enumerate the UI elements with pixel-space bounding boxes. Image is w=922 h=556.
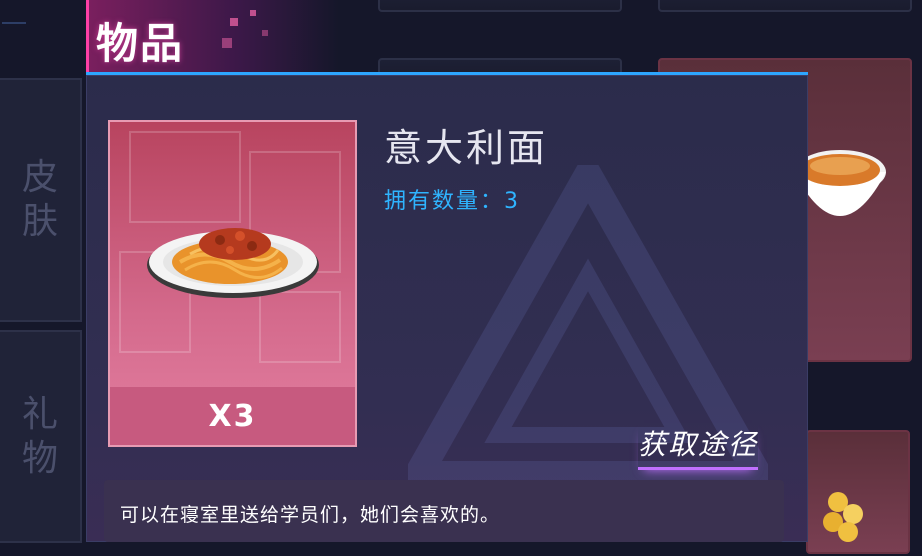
- description-box: 可以在寝室里送给学员们，她们会喜欢的。: [104, 480, 784, 542]
- pixel-decoration: [230, 18, 238, 26]
- owned-label: 拥有数量：: [384, 189, 505, 214]
- tab-gift-label-1: 礼: [21, 393, 58, 435]
- obtain-method-link[interactable]: 获取途径: [638, 423, 759, 470]
- spaghetti-plate-icon: [147, 228, 319, 298]
- item-name: 意大利面: [384, 126, 549, 170]
- pixel-decoration: [222, 38, 232, 48]
- tab-gift[interactable]: 礼 物: [0, 330, 82, 543]
- owned-count: 拥有数量：3: [384, 183, 520, 215]
- inventory-slot[interactable]: [378, 0, 622, 12]
- quantity-badge: X3: [110, 387, 355, 445]
- page-title: 物品: [96, 19, 185, 68]
- tab-gift-label-2: 物: [21, 437, 58, 479]
- item-description: 可以在寝室里送给学员们，她们会喜欢的。: [120, 504, 501, 526]
- inventory-slot[interactable]: [806, 430, 910, 554]
- decorative-line: [2, 22, 26, 32]
- item-detail-panel: X3 意大利面 拥有数量：3 获取途径 可以在寝室里送给学员们，她们会喜欢的。: [86, 72, 808, 542]
- tab-skin-label-2: 肤: [21, 201, 58, 242]
- tab-skin[interactable]: 皮 肤: [0, 78, 82, 322]
- tab-skin-label-1: 皮: [21, 157, 58, 198]
- corn-food-icon: [823, 492, 863, 542]
- pixel-decoration: [262, 30, 268, 36]
- inventory-slot[interactable]: [658, 0, 912, 12]
- pixel-decoration: [250, 10, 256, 16]
- item-card: X3: [108, 120, 357, 447]
- owned-value: 3: [504, 189, 521, 214]
